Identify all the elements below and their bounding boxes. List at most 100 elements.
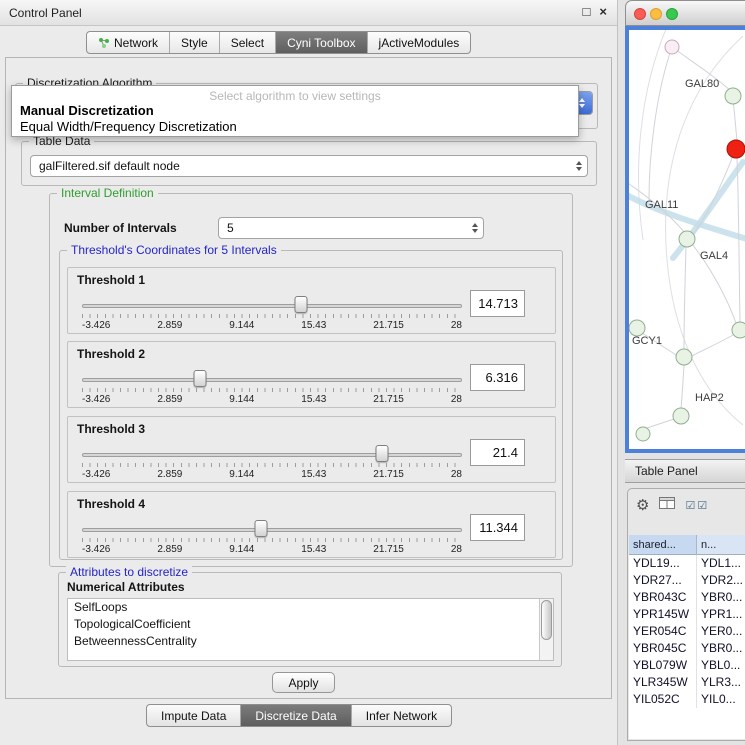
numerical-attributes-label: Numerical Attributes [67, 580, 185, 594]
network-edge[interactable] [681, 365, 684, 408]
cyni-bottom-tabs: Impute Data Discretize Data Infer Networ… [146, 704, 452, 727]
tab-cyni-toolbox[interactable]: Cyni Toolbox [276, 32, 367, 53]
scale-tick-label: -3.426 [82, 469, 110, 480]
zoom-traffic-light-button[interactable] [666, 8, 678, 20]
network-edge[interactable] [737, 158, 740, 323]
tab-network[interactable]: Network [87, 32, 170, 53]
table-row[interactable]: YPR145WYPR1... [629, 606, 745, 623]
close-traffic-light-button[interactable] [634, 8, 646, 20]
algorithm-dropdown-popup: Select algorithm to view settings Manual… [11, 85, 579, 137]
cyni-toolbox-panel: Discretization Algorithm Select algorith… [5, 57, 612, 699]
threshold-coordinates-group: Threshold's Coordinates for 5 Intervals … [59, 250, 563, 560]
tab-jactivemodules[interactable]: jActiveModules [368, 32, 471, 53]
table-row[interactable]: YIL052CYIL0... [629, 691, 745, 708]
network-node[interactable] [665, 40, 679, 54]
network-node-gal4[interactable] [679, 231, 695, 247]
column-header-name[interactable]: n... [697, 535, 745, 555]
network-edge[interactable] [733, 100, 737, 141]
scale-tick-label: 28 [451, 469, 462, 480]
tab-style[interactable]: Style [170, 32, 220, 53]
table-row[interactable]: YLR345WYLR3... [629, 674, 745, 691]
list-item-selfloops[interactable]: SelfLoops [68, 599, 553, 616]
scale-tick-label: 21.715 [373, 544, 404, 555]
interval-definition-group: Interval Definition Number of Intervals … [49, 193, 573, 567]
table-row[interactable]: YER054CYER0... [629, 623, 745, 640]
scale-tick-label: 21.715 [373, 394, 404, 405]
slider-thumb[interactable] [254, 520, 267, 537]
number-of-intervals-spinner[interactable]: 5 [218, 217, 484, 239]
tab-style-label: Style [181, 36, 208, 50]
threshold-1-slider[interactable]: -3.426 2.859 9.144 15.43 21.715 28 [82, 292, 462, 332]
node-label-gal4: GAL4 [700, 250, 728, 262]
network-node-selected[interactable] [727, 140, 745, 158]
slider-track[interactable] [82, 378, 462, 382]
threshold-3-value-field[interactable]: 21.4 [470, 439, 525, 466]
threshold-3-label: Threshold 3 [77, 422, 145, 436]
list-scrollbar[interactable] [539, 599, 553, 660]
slider-track[interactable] [82, 528, 462, 532]
table-row[interactable]: YBR045CYBR0... [629, 640, 745, 657]
tab-discretize-data[interactable]: Discretize Data [241, 705, 351, 726]
close-window-button[interactable]: × [599, 4, 607, 19]
network-node-gcy1[interactable] [629, 320, 645, 336]
list-item-topologicalcoefficient[interactable]: TopologicalCoefficient [68, 616, 553, 633]
scale-tick-label: -3.426 [82, 394, 110, 405]
scale-tick-label: 28 [451, 544, 462, 555]
table-row[interactable]: YDL19...YDL1... [629, 555, 745, 572]
table-row[interactable]: YBR043CYBR0... [629, 589, 745, 606]
threshold-3-slider[interactable]: -3.426 2.859 9.144 15.43 21.715 28 [82, 441, 462, 481]
table-row[interactable]: YDR27...YDR2... [629, 572, 745, 589]
network-edge[interactable] [647, 418, 677, 428]
tab-select[interactable]: Select [220, 32, 276, 53]
attributes-to-discretize-label: Attributes to discretize [66, 565, 192, 579]
column-checkbox-icons[interactable]: ☑☑ [685, 499, 709, 512]
tab-impute-data[interactable]: Impute Data [147, 705, 241, 726]
minimize-traffic-light-button[interactable] [650, 8, 662, 20]
network-window-titlebar[interactable] [625, 0, 745, 26]
network-edge[interactable] [684, 247, 686, 349]
table-row[interactable]: YBL079WYBL0... [629, 657, 745, 674]
network-node-hap2[interactable] [673, 408, 689, 424]
slider-thumb[interactable] [295, 296, 308, 313]
network-node[interactable] [725, 88, 741, 104]
threshold-2-value-field[interactable]: 6.316 [470, 364, 525, 391]
threshold-2-slider[interactable]: -3.426 2.859 9.144 15.43 21.715 28 [82, 366, 462, 406]
float-window-button[interactable]: □ [583, 4, 591, 19]
slider-thumb[interactable] [376, 445, 389, 462]
threshold-4-value-field[interactable]: 11.344 [470, 514, 525, 541]
table-toolbar: ⚙ ☑☑ [636, 493, 709, 517]
threshold-4-slider[interactable]: -3.426 2.859 9.144 15.43 21.715 28 [82, 516, 462, 556]
scale-tick-label: 2.859 [157, 320, 182, 331]
number-of-intervals-label: Number of Intervals [64, 221, 177, 235]
network-node[interactable] [732, 322, 745, 338]
slider-track[interactable] [82, 304, 462, 308]
table-data-dropdown[interactable]: galFiltered.sif default node [30, 155, 588, 177]
desktop: Control Panel □ × Network Style [0, 0, 745, 745]
tab-infer-network[interactable]: Infer Network [352, 705, 451, 726]
slider-ticks [82, 538, 462, 542]
slider-ticks [82, 463, 462, 467]
network-canvas-frame: GAL80 GAL11 GAL4 GCY1 HAP2 [625, 26, 745, 453]
scale-tick-label: 15.43 [301, 394, 326, 405]
network-edge[interactable] [692, 335, 733, 356]
threshold-1-value-field[interactable]: 14.713 [470, 290, 525, 317]
network-node[interactable] [676, 349, 692, 365]
slider-ticks [82, 314, 462, 318]
dropdown-option-manual-discretization[interactable]: Manual Discretization [20, 103, 154, 118]
dropdown-option-equal-width-frequency[interactable]: Equal Width/Frequency Discretization [20, 119, 237, 134]
node-attribute-table: shared... n... YDL19...YDL1... YDR27...Y… [629, 535, 745, 739]
scale-tick-label: 15.43 [301, 544, 326, 555]
scale-tick-label: 28 [451, 320, 462, 331]
scale-tick-label: 21.715 [373, 469, 404, 480]
network-node[interactable] [636, 427, 650, 441]
list-item-betweennesscentrality[interactable]: BetweennessCentrality [68, 633, 553, 650]
slider-track[interactable] [82, 453, 462, 457]
columns-icon[interactable] [659, 496, 675, 514]
table-settings-gear-icon[interactable]: ⚙ [636, 498, 649, 513]
slider-thumb[interactable] [193, 370, 206, 387]
network-canvas[interactable]: GAL80 GAL11 GAL4 GCY1 HAP2 [629, 30, 745, 449]
table-panel-title: Table Panel [635, 464, 698, 478]
column-header-shared-name[interactable]: shared... [629, 535, 697, 555]
apply-button[interactable]: Apply [272, 672, 335, 693]
list-scrollbar-thumb[interactable] [541, 600, 552, 640]
